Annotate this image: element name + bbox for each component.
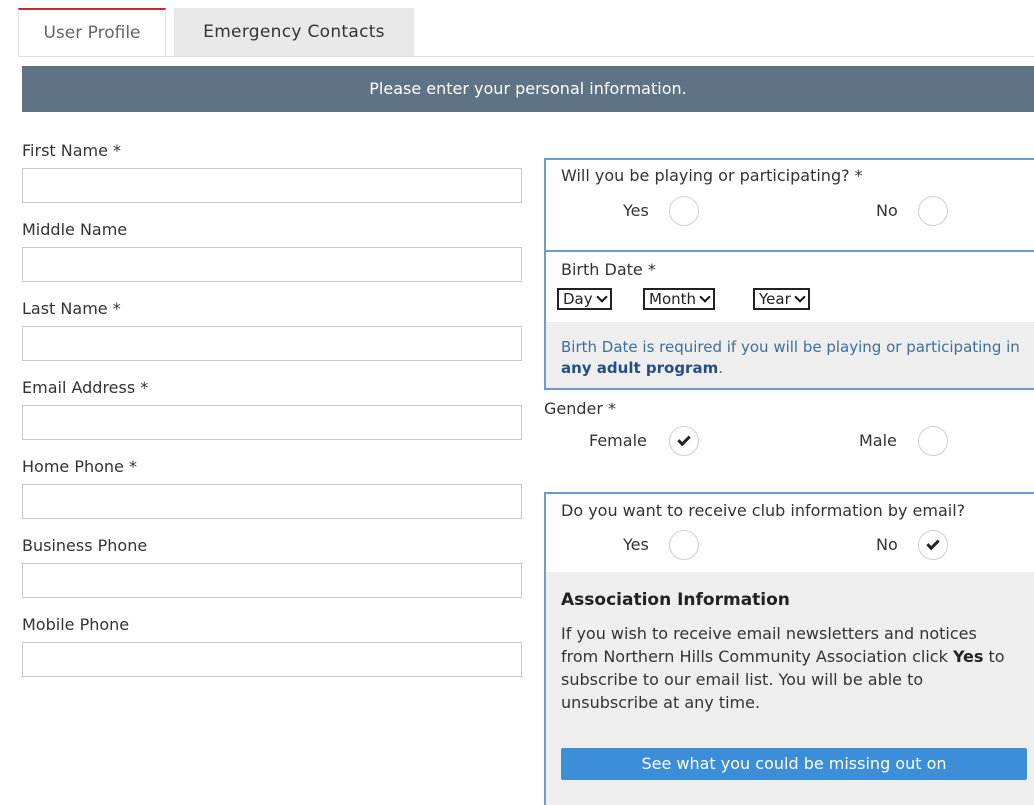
association-body-emphasis: Yes <box>952 647 984 666</box>
birth-month-select[interactable]: Month <box>643 288 716 310</box>
email-label: Email Address * <box>22 378 149 397</box>
check-icon <box>926 536 940 551</box>
birth-date-note-end: . <box>718 359 723 377</box>
check-icon <box>677 432 691 447</box>
instructions-banner: Please enter your personal information. <box>22 66 1034 112</box>
club-email-no-radio[interactable] <box>918 530 948 560</box>
see-what-missing-button[interactable]: See what you could be missing out on <box>561 748 1027 780</box>
home-phone-label: Home Phone * <box>22 457 137 476</box>
home-phone-input[interactable] <box>22 484 522 519</box>
gender-male-radio[interactable] <box>918 426 948 456</box>
email-input[interactable] <box>22 405 522 440</box>
club-email-question: Do you want to receive club information … <box>561 501 966 520</box>
association-body: If you wish to receive email newsletters… <box>561 622 1016 714</box>
first-name-input[interactable] <box>22 168 522 203</box>
club-email-yes-radio[interactable] <box>669 530 699 560</box>
tab-user-profile[interactable]: User Profile <box>18 8 166 56</box>
participation-no-label: No <box>876 201 898 220</box>
middle-name-input[interactable] <box>22 247 522 282</box>
participation-no-radio[interactable] <box>918 196 948 226</box>
association-body-text: If you wish to receive email newsletters… <box>561 624 977 666</box>
business-phone-input[interactable] <box>22 563 522 598</box>
tab-emergency-contacts[interactable]: Emergency Contacts <box>174 8 414 56</box>
chevron-down-icon <box>794 290 806 303</box>
participation-yes-radio[interactable] <box>669 196 699 226</box>
participation-question: Will you be playing or participating? * <box>561 166 863 185</box>
chevron-down-icon <box>595 290 608 303</box>
birth-date-note: Birth Date is required if you will be pl… <box>561 337 1026 379</box>
birth-date-note-emphasis: any adult program <box>561 359 719 377</box>
participation-yes-label: Yes <box>623 201 649 220</box>
birth-day-value: Day <box>563 290 593 308</box>
birth-year-select[interactable]: Year <box>753 288 810 310</box>
gender-female-radio[interactable] <box>669 426 699 456</box>
last-name-input[interactable] <box>22 326 522 361</box>
association-title: Association Information <box>561 590 790 610</box>
gender-label: Gender * <box>544 399 617 418</box>
club-email-no-label: No <box>876 535 898 554</box>
panel-divider <box>546 250 1034 252</box>
tab-divider <box>18 56 1034 57</box>
mobile-phone-label: Mobile Phone <box>22 615 130 634</box>
club-email-yes-label: Yes <box>623 535 649 554</box>
birth-date-note-text: Birth Date is required if you will be pl… <box>561 338 1020 356</box>
first-name-label: First Name * <box>22 141 122 160</box>
chevron-down-icon <box>699 290 711 303</box>
birth-date-label: Birth Date * <box>561 260 656 279</box>
mobile-phone-input[interactable] <box>22 642 522 677</box>
last-name-label: Last Name * <box>22 299 121 318</box>
business-phone-label: Business Phone <box>22 536 148 555</box>
gender-male-label: Male <box>859 431 897 450</box>
gender-female-label: Female <box>589 431 647 450</box>
birth-month-value: Month <box>649 290 697 308</box>
birth-day-select[interactable]: Day <box>557 288 612 310</box>
middle-name-label: Middle Name <box>22 220 128 239</box>
birth-year-value: Year <box>759 290 791 308</box>
